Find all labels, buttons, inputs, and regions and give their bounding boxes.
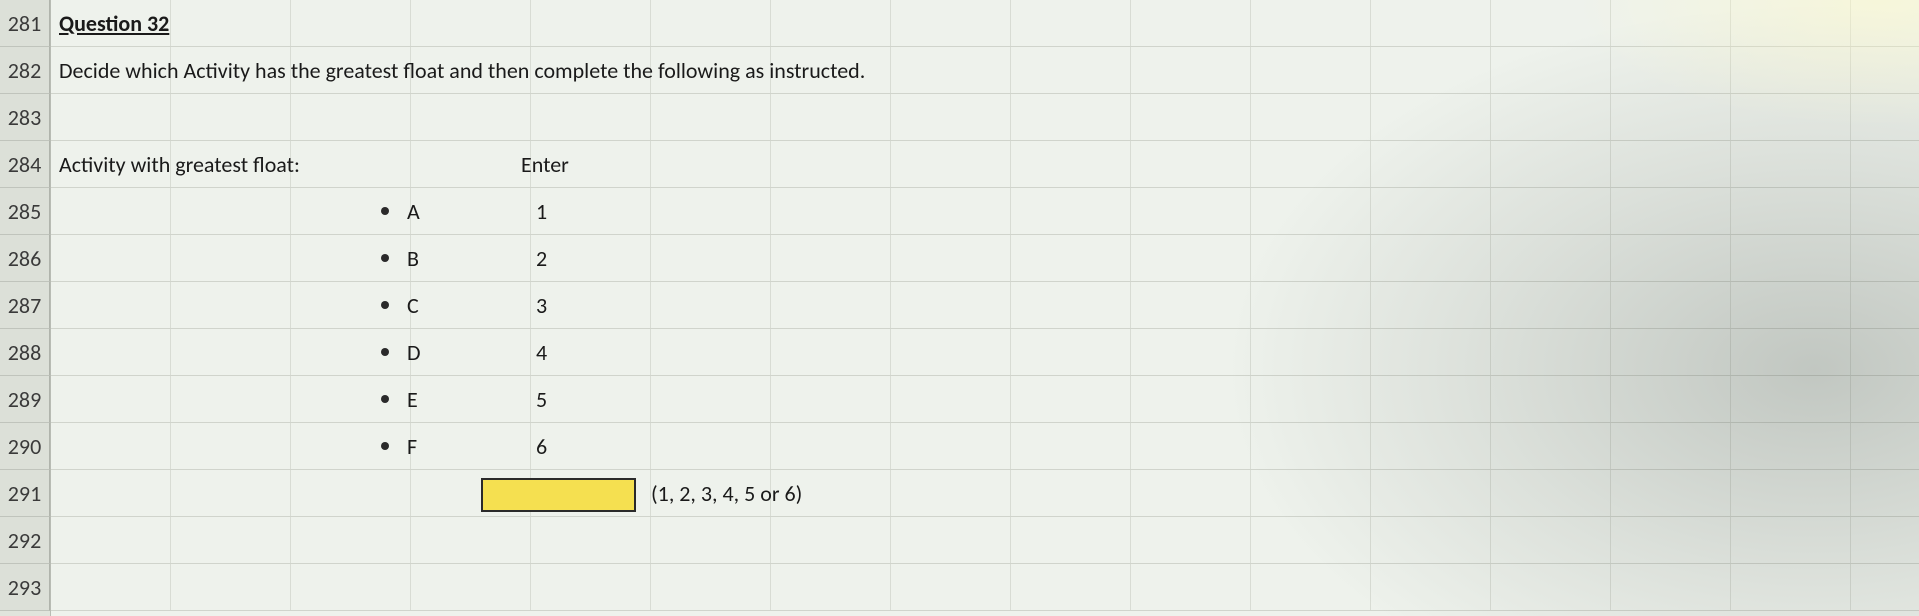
answer-hint: (1, 2, 3, 4, 5 or 6) [651,480,802,507]
option-letter: B [407,245,419,272]
row-header-column: 281 282 283 284 285 286 287 288 289 290 … [0,0,51,616]
option-letter: A [407,198,420,225]
row-header[interactable]: 286 [0,235,50,282]
answer-input[interactable] [481,478,636,512]
row-header[interactable]: 290 [0,423,50,470]
grid-row[interactable]: Activity with greatest float: Enter [51,141,1919,188]
bullet-icon [381,348,389,356]
spreadsheet-view: 281 282 283 284 285 286 287 288 289 290 … [0,0,1919,616]
row-header[interactable]: 293 [0,564,50,611]
grid-area[interactable]: Question 32 Decide which Activity has th… [51,0,1919,616]
grid-row[interactable] [51,517,1919,564]
grid-row[interactable]: F 6 [51,423,1919,470]
grid-row[interactable]: Question 32 [51,0,1919,47]
option-value: 6 [536,433,547,460]
option-letter: D [407,339,421,366]
row-header[interactable]: 287 [0,282,50,329]
grid-row[interactable] [51,94,1919,141]
bullet-icon [381,254,389,262]
bullet-icon [381,301,389,309]
row-header[interactable]: 284 [0,141,50,188]
row-header[interactable]: 291 [0,470,50,517]
row-header[interactable]: 283 [0,94,50,141]
row-header[interactable]: 281 [0,0,50,47]
instruction-text: Decide which Activity has the greatest f… [51,57,865,84]
option-letter: E [407,386,418,413]
row-header[interactable]: 292 [0,517,50,564]
enter-header: Enter [521,151,569,178]
row-header[interactable]: 288 [0,329,50,376]
option-item: B [381,245,419,272]
option-letter: F [407,433,417,460]
option-item: E [381,386,418,413]
grid-row[interactable]: Decide which Activity has the greatest f… [51,47,1919,94]
grid-row[interactable]: C 3 [51,282,1919,329]
bullet-icon [381,442,389,450]
option-value: 3 [536,292,547,319]
row-header[interactable]: 289 [0,376,50,423]
option-value: 4 [536,339,547,366]
option-item: D [381,339,421,366]
option-item: A [381,198,420,225]
grid-row[interactable]: E 5 [51,376,1919,423]
bullet-icon [381,207,389,215]
grid-row[interactable]: A 1 [51,188,1919,235]
option-letter: C [407,292,419,319]
row-header[interactable]: 285 [0,188,50,235]
bullet-icon [381,395,389,403]
grid-row[interactable]: D 4 [51,329,1919,376]
prompt-label: Activity with greatest float: [51,151,300,178]
grid-row[interactable] [51,564,1919,611]
option-value: 5 [536,386,547,413]
option-value: 1 [536,198,547,225]
option-item: F [381,433,417,460]
row-header[interactable]: 282 [0,47,50,94]
grid-row[interactable]: (1, 2, 3, 4, 5 or 6) [51,470,1919,517]
question-title: Question 32 [51,10,169,37]
option-value: 2 [536,245,547,272]
grid-row[interactable]: B 2 [51,235,1919,282]
option-item: C [381,292,419,319]
